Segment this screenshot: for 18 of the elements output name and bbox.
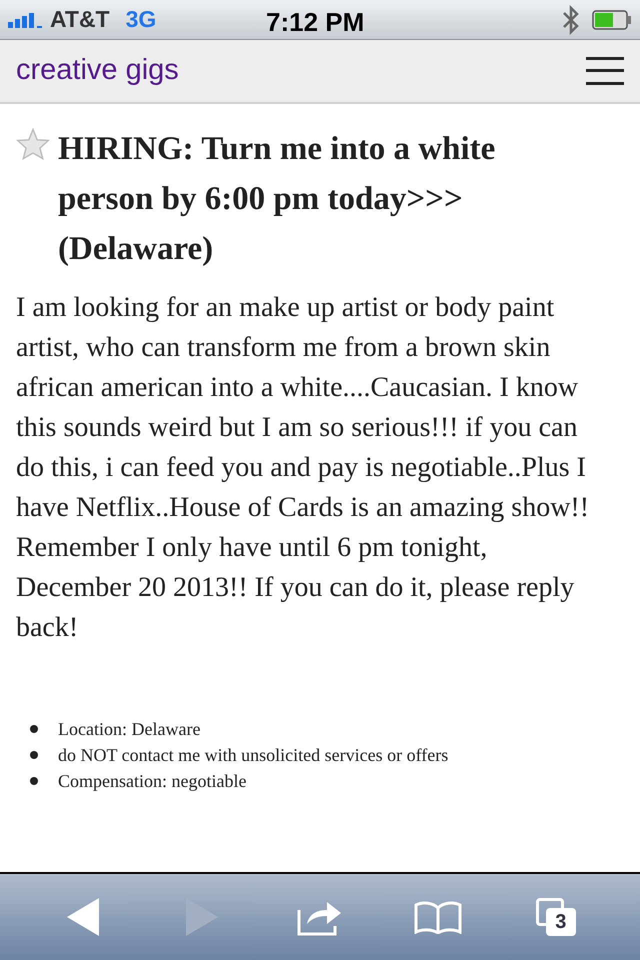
bullet-icon: [30, 751, 38, 759]
category-title[interactable]: creative gigs: [16, 49, 179, 93]
bluetooth-icon: [562, 4, 580, 34]
menu-icon[interactable]: [586, 56, 624, 86]
attribute-text: Location: Delaware: [58, 718, 200, 741]
bullet-icon: [30, 777, 38, 785]
carrier-name: AT&T: [50, 5, 110, 34]
network-type: 3G: [126, 5, 156, 34]
attribute-text: Compensation: negotiable: [58, 770, 246, 793]
star-icon[interactable]: [16, 128, 50, 160]
back-icon[interactable]: [67, 898, 100, 936]
battery-icon: [592, 10, 632, 30]
post-title: HIRING: Turn me into a white person by 6:00 pm today>>> (Delaware): [58, 130, 496, 269]
attribute-text: do NOT contact me with unsolicited services or offers: [58, 744, 448, 767]
book-icon[interactable]: [414, 900, 462, 934]
clock-time: 7:12 PM: [266, 6, 364, 39]
post-body: I am looking for an make up artist or body paint artist, who can transform me from a brown skin african american into a white....Caucasian. I know this sounds weird but I am so serious!!! if you can do this, i can feed you and pay is negotiable..Plus I have Netflix..House of Cards is an amazing show!! Remember I only have until 6 pm tonight, December 20 2013!! If you can do it, please reply back!: [16, 291, 590, 645]
bullet-icon: [30, 725, 38, 733]
